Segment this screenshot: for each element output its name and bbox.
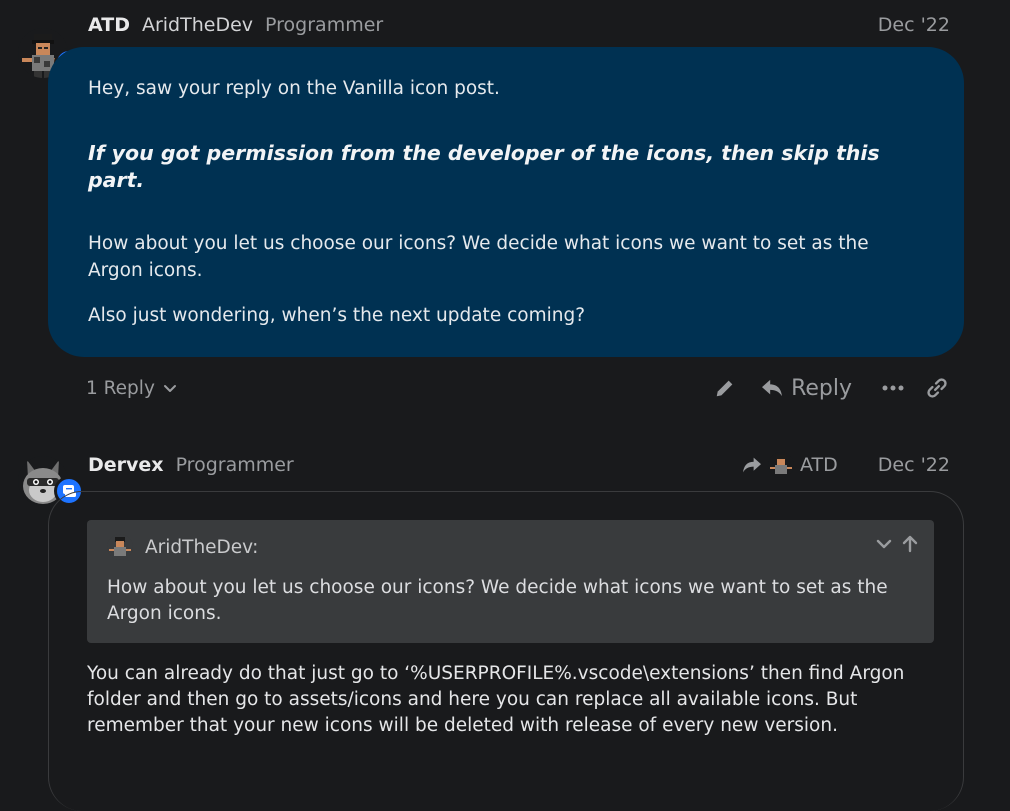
quote-author-avatar [107,534,133,560]
quote-header: AridTheDev: [107,534,258,560]
user-title: Programmer [265,14,384,36]
reply-to-link[interactable]: ATD [742,452,838,478]
post1-actions: 1 Reply Reply [86,368,952,408]
quote-text: How about you let us choose our icons? W… [107,577,888,624]
post-text-paragraph: How about you let us choose our icons? W… [88,233,869,281]
author-name[interactable]: ATD [88,14,130,36]
pencil-icon [716,379,734,397]
reply-label: Reply [791,375,852,401]
arrow-up-icon[interactable] [900,534,920,554]
edit-button[interactable] [705,368,745,408]
post-text-emphasis: If you got permission from the developer… [88,141,880,192]
quote-block: AridTheDev: How about you let us choose … [87,520,934,643]
author-name[interactable]: Dervex [88,454,164,476]
post1-body: Hey, saw your reply on the Vanilla icon … [48,47,964,357]
post-text-lead: Hey, saw your reply on the Vanilla icon … [88,78,500,99]
reply-button[interactable]: Reply [761,376,852,401]
post-text-paragraph: You can already do that just go to ‘%USE… [87,663,905,736]
post-text-paragraph: Also just wondering, when’s the next upd… [88,305,586,326]
post1-meta: ATD AridTheDev Programmer Dec '22 [88,10,950,40]
user-title: Programmer [175,454,294,476]
more-actions-button[interactable] [878,368,908,408]
reply-to-avatar [768,452,795,478]
link-icon [927,378,947,398]
quote-author: AridTheDev: [145,536,259,558]
show-replies-button[interactable]: 1 Reply [86,378,177,399]
author-username[interactable]: AridTheDev [142,14,253,36]
reply-count-label: 1 Reply [86,377,155,399]
reply-to-name: ATD [800,454,838,476]
chevron-down-icon [163,385,176,392]
post2-meta: Dervex Programmer ATD Dec '22 [88,450,950,480]
chevron-down-icon[interactable] [874,534,894,554]
post-date[interactable]: Dec '22 [878,14,950,36]
share-arrow-icon [743,457,762,473]
ellipsis-icon [882,385,904,391]
quote-controls [874,534,920,554]
reply-arrow-icon [762,379,783,397]
copy-link-button[interactable] [922,368,952,408]
post-date[interactable]: Dec '22 [878,454,950,476]
